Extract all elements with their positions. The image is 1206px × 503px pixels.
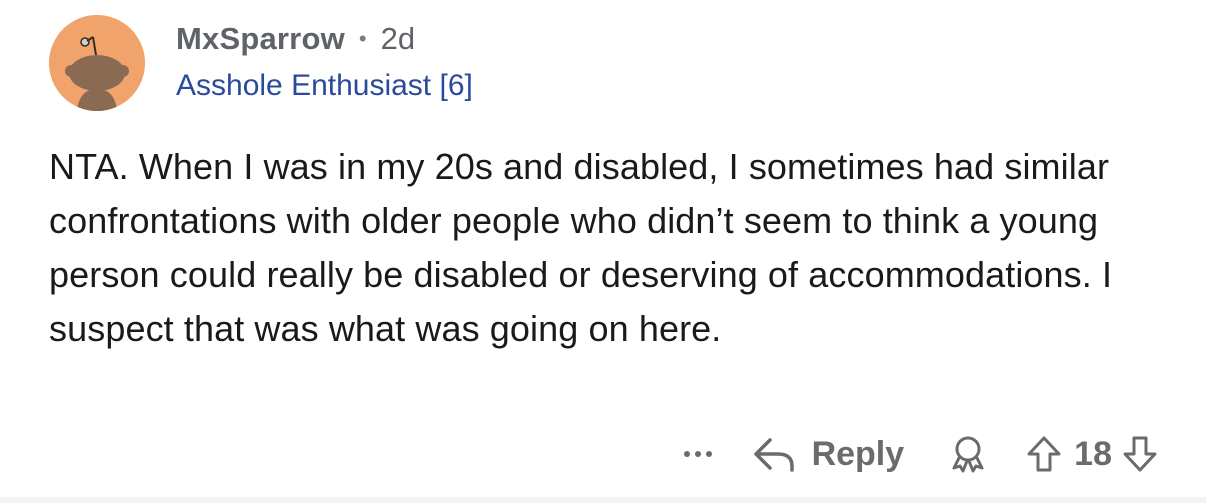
comment-age: 2d — [380, 21, 416, 56]
comment-body: NTA. When I was in my 20s and disabled, … — [49, 140, 1179, 356]
snoo-avatar-icon — [49, 15, 145, 111]
meta-separator: • — [358, 26, 367, 51]
vote-score: 18 — [1074, 434, 1112, 473]
award-icon — [952, 436, 984, 473]
reply-arrow-icon — [753, 438, 794, 472]
username[interactable]: MxSparrow — [176, 20, 345, 58]
ellipsis-icon[interactable] — [683, 430, 712, 478]
user-flair: Asshole Enthusiast [6] — [176, 69, 473, 102]
comment-actions: Reply 18 — [683, 430, 1158, 478]
comment-text: NTA. When I was in my 20s and disabled, … — [49, 146, 1113, 349]
bottom-divider — [0, 497, 1206, 503]
author-line: MxSparrow • 2d — [176, 20, 473, 58]
vote-control: 18 — [1026, 430, 1158, 478]
reply-label: Reply — [811, 434, 905, 473]
reply-button[interactable]: Reply — [752, 430, 905, 478]
upvote-arrow-icon[interactable] — [1026, 435, 1062, 473]
award-button[interactable] — [948, 430, 988, 478]
comment-meta: MxSparrow • 2d Asshole Enthusiast [6] — [176, 20, 473, 104]
avatar[interactable] — [49, 15, 145, 111]
comment-card: MxSparrow • 2d Asshole Enthusiast [6] NT… — [0, 0, 1206, 503]
downvote-arrow-icon[interactable] — [1122, 435, 1158, 473]
